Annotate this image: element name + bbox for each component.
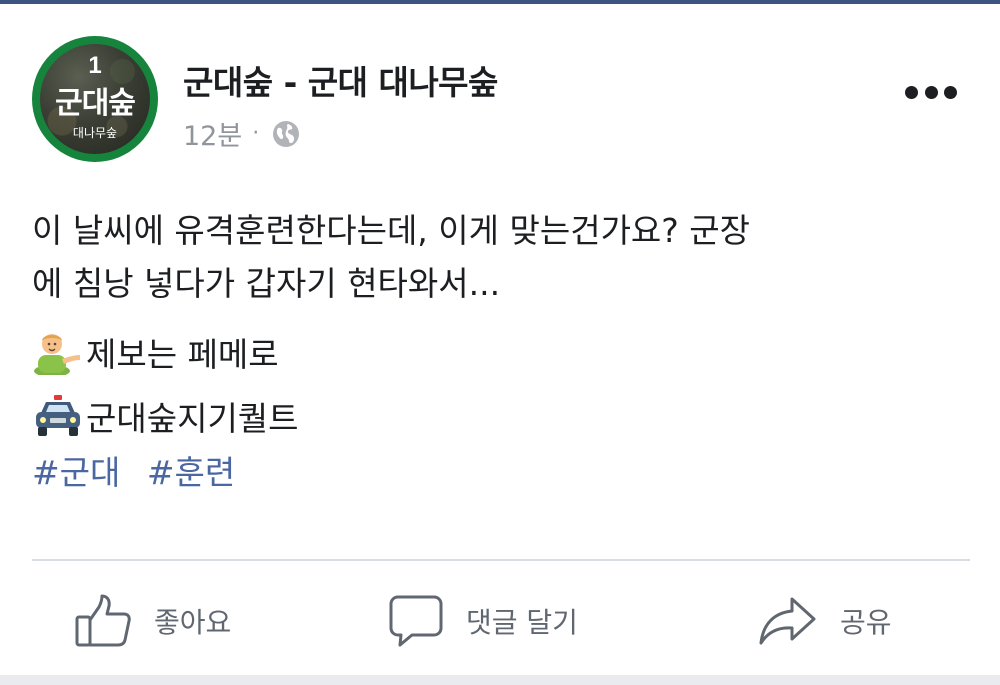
tip-line: 제보는 페메로 (32, 328, 279, 376)
more-dot-2 (924, 85, 938, 99)
like-label: 좋아요 (154, 606, 232, 639)
tip-line-text: 제보는 페메로 (86, 335, 279, 374)
like-button[interactable]: 좋아요 (74, 591, 231, 651)
police-car-icon (36, 395, 80, 436)
hashtag-link-1[interactable]: #군대 (32, 453, 120, 492)
page-avatar[interactable]: 1 군대숲 대나무숲 (32, 36, 158, 162)
avatar-subtitle: 대나무숲 (72, 126, 118, 140)
more-dot-1 (905, 85, 918, 99)
hashtags: #군대 #훈련 (32, 446, 251, 494)
share-arrow-icon (759, 597, 816, 645)
feed-post: 1 군대숲 대나무숲 군대숲 - 군대 대나무숲 12분 · 이 날씨에 유격훈… (0, 4, 1000, 685)
page-name-link[interactable]: 군대숲 - 군대 대나무숲 (183, 56, 498, 104)
meta-separator: · (252, 121, 260, 146)
comment-label: 댓글 달기 (466, 606, 578, 639)
divider (32, 559, 970, 561)
thumbs-up-icon (75, 594, 131, 647)
more-options-icon[interactable] (905, 82, 957, 102)
post-body-line-1: 이 날씨에 유격훈련한다는데, 이게 맞는건가요? 군장 (32, 211, 751, 250)
bottom-separator (0, 675, 1000, 685)
globe-icon (273, 120, 300, 147)
post-meta: 12분 · (183, 114, 301, 153)
author-line-text: 군대숲지기퀄트 (86, 399, 299, 438)
share-label: 공유 (840, 606, 892, 639)
share-button[interactable]: 공유 (758, 591, 892, 651)
comment-button[interactable]: 댓글 달기 (388, 591, 578, 651)
more-dot-3 (944, 85, 957, 99)
avatar-number: 1 (88, 52, 102, 79)
hashtag-link-2[interactable]: #훈련 (147, 453, 235, 492)
post-timestamp[interactable]: 12분 (183, 114, 242, 153)
avatar-image: 1 군대숲 대나무숲 (40, 44, 150, 154)
post-body-line-2: 에 침낭 넣다가 갑자기 현타와서... (32, 264, 501, 303)
person-tipping-hand-icon (34, 334, 80, 375)
avatar-name: 군대숲 (55, 86, 136, 121)
comment-bubble-icon (389, 595, 443, 647)
author-line: 군대숲지기퀄트 (32, 392, 299, 440)
post-body: 이 날씨에 유격훈련한다는데, 이게 맞는건가요? 군장 에 침낭 넣다가 갑자… (32, 204, 962, 310)
